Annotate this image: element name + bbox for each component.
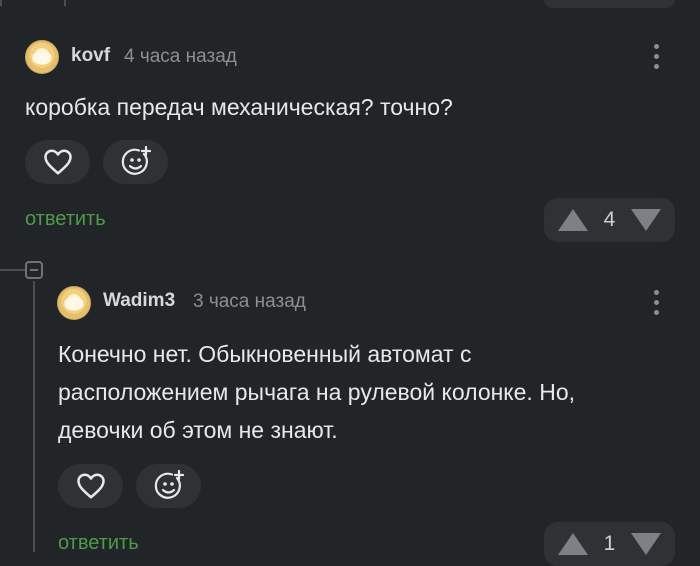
thread-branch-line <box>0 269 26 271</box>
add-emoji-icon <box>154 469 184 499</box>
thread-line <box>33 281 35 552</box>
like-button[interactable] <box>58 464 123 508</box>
previous-vote-bar <box>544 0 675 8</box>
more-vertical-icon[interactable] <box>651 290 661 320</box>
comment-text: Конечно нет. Обыкновенный автомат с расп… <box>58 341 575 443</box>
heart-icon <box>43 149 72 175</box>
comment-time: 4 часа назад <box>124 46 237 67</box>
rating-count: 4 <box>603 208 616 231</box>
rating-control: 1 <box>544 522 675 566</box>
more-vertical-icon[interactable] <box>651 44 661 74</box>
rating-count: 1 <box>603 532 616 555</box>
collapse-icon[interactable] <box>25 261 43 279</box>
arrow-down-icon[interactable] <box>631 209 661 231</box>
add-reaction-button[interactable] <box>103 140 168 184</box>
add-reaction-button[interactable] <box>136 464 201 508</box>
reply-link[interactable]: ответить <box>25 208 106 231</box>
avatar[interactable] <box>57 286 91 320</box>
thread-line-top-2 <box>64 0 66 6</box>
arrow-up-icon[interactable] <box>558 209 588 231</box>
username[interactable]: kovf <box>71 45 110 67</box>
add-emoji-icon <box>121 145 151 175</box>
like-button[interactable] <box>25 140 90 184</box>
username[interactable]: Wadim3 <box>103 290 175 312</box>
avatar[interactable] <box>25 40 59 74</box>
comment-time: 3 часа назад <box>193 291 306 312</box>
thread-line-top <box>0 0 2 6</box>
heart-icon <box>76 473 105 499</box>
comment-text: коробка передач механическая? точно? <box>25 94 453 120</box>
rating-control: 4 <box>544 198 675 242</box>
